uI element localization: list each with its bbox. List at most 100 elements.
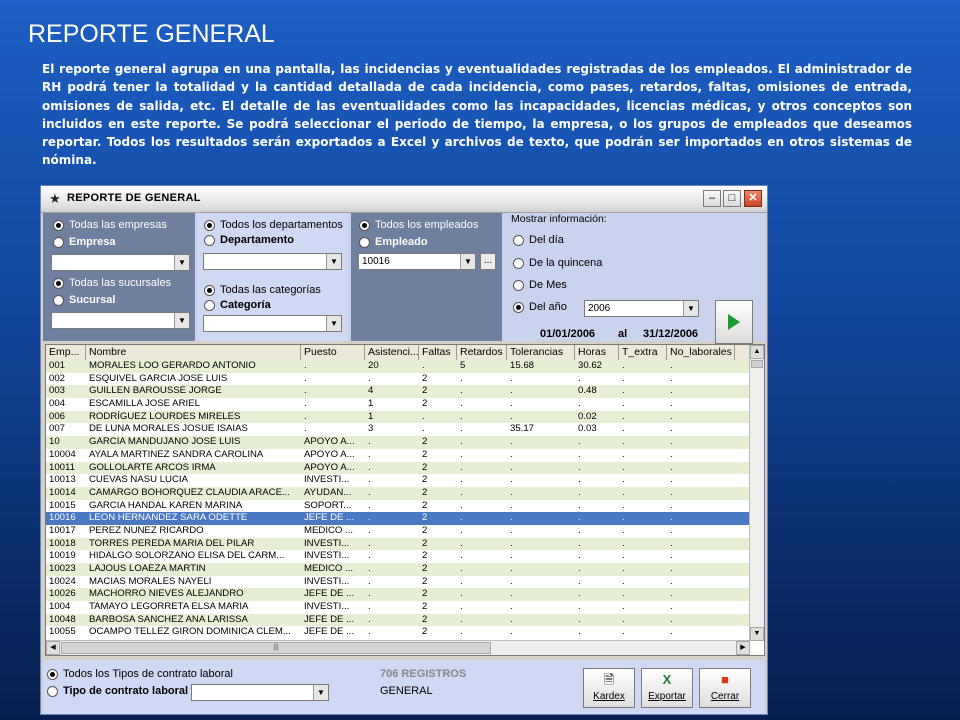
table-row[interactable]: 10024 MACIAS MORALES NAYELI INVESTI.... 2..… (46, 576, 750, 589)
chevron-down-icon[interactable]: ▼ (326, 316, 341, 331)
column-header[interactable]: Faltas (419, 345, 457, 360)
all-departments-option[interactable]: Todos los departamentos (204, 219, 343, 231)
table-cell: 3 (368, 423, 374, 435)
table-row[interactable]: 006 RODRÍGUEZ LOURDES MIRELES. 1... 0.02.. (46, 410, 750, 424)
chevron-down-icon[interactable]: ▼ (313, 685, 328, 700)
all-branches-radio[interactable] (53, 277, 64, 289)
department-radio[interactable] (204, 234, 215, 246)
table-row[interactable]: 10026 MACHORRO NIEVES ALEJANDRO JEFE DE ..… (46, 588, 750, 602)
table-row[interactable]: 10016 LEON HERNANDEZ SARA ODETTE JEFE DE .… (46, 512, 750, 525)
branch-option[interactable]: Sucursal (53, 294, 115, 306)
period-option-day[interactable]: Del día (513, 234, 564, 246)
all-companies-label: Todas las empresas (69, 219, 167, 231)
column-header[interactable]: Nombre (86, 345, 301, 360)
contract-type-option[interactable]: Tipo de contrato laboral (47, 685, 188, 697)
table-row[interactable]: 10011 GOLLOLARTE ARCOS IRMA APOYO A.... 2..… (46, 461, 750, 475)
period-year-radio[interactable] (513, 301, 524, 313)
company-radio[interactable] (53, 236, 64, 248)
window-titlebar[interactable]: ★ REPORTE DE GENERAL ‒ □ ✕ (41, 186, 767, 213)
column-header[interactable]: Tolerancias (507, 345, 575, 360)
all-departments-radio[interactable] (204, 219, 215, 231)
category-radio[interactable] (204, 299, 215, 311)
contract-type-radio[interactable] (47, 685, 58, 697)
table-cell: 10 (49, 436, 60, 448)
table-row[interactable]: 10023 LAJOUS LOAEZA MARTIN MEDICO .... 2...… (46, 563, 750, 576)
employee-radio[interactable] (359, 236, 370, 248)
table-row[interactable]: 003 GUILLEN BAROUSSE JORGE. 4 2.. 0.48.. (46, 385, 750, 399)
category-option[interactable]: Categoría (204, 299, 271, 311)
table-row[interactable]: 002 ESQUIVEL GARCIA JOSE LUIS.. 2..... (46, 373, 750, 386)
table-row[interactable]: 10015 GARCIA HANDAL KAREN MARINA SOPORT...… (46, 500, 750, 513)
chevron-down-icon[interactable]: ▼ (460, 254, 475, 269)
table-cell: . (670, 398, 673, 410)
table-row[interactable]: 007 DE LUNA MORALES JOSUE ISAIAS. 3.. 35.17… (46, 423, 750, 436)
table-row[interactable]: 10018 TORRES PEREDA MARIA DEL PILAR INVEST… (46, 537, 750, 551)
export-button[interactable]: X Exportar (641, 668, 693, 708)
vertical-scroll-thumb[interactable] (751, 360, 763, 368)
table-row[interactable]: 001 MORALES LOO GERARDO ANTONIO. 20. 5 15.68… (46, 360, 750, 373)
horizontal-scrollbar[interactable]: ◀ ||| ▶ (46, 640, 750, 655)
chevron-down-icon[interactable]: ▼ (174, 255, 189, 270)
year-combo[interactable]: 2006 ▼ (584, 300, 699, 317)
category-combo[interactable]: ▼ (203, 315, 342, 332)
branch-combo[interactable]: ▼ (51, 312, 190, 329)
table-row[interactable]: 1004 TAMAYO LEGORRETA ELSA MARIA INVESTI..… (46, 601, 750, 614)
column-header[interactable]: T_extra (619, 345, 667, 360)
table-row[interactable]: 004 ESCAMILLA JOSE ARIEL. 1 2..... (46, 398, 750, 411)
table-row[interactable]: 10 GARCIA MANDUJANO JOSE LUIS APOYO A.... 2… (46, 436, 750, 449)
period-option-month[interactable]: De Mes (513, 279, 567, 291)
column-header[interactable]: Retardos (457, 345, 507, 360)
table-row[interactable]: 10013 CUEVAS NASU LUCIA INVESTI.... 2..... (46, 474, 750, 487)
period-month-radio[interactable] (513, 279, 524, 291)
company-combo[interactable]: ▼ (51, 254, 190, 271)
employee-combo[interactable]: 10016 ▼ (358, 253, 476, 270)
exit-button[interactable]: ■ Cerrar (699, 668, 751, 708)
chevron-down-icon[interactable]: ▼ (683, 301, 698, 316)
chevron-down-icon[interactable]: ▼ (326, 254, 341, 269)
all-employees-option[interactable]: Todos los empleados (359, 219, 478, 231)
period-fortnight-radio[interactable] (513, 257, 524, 269)
all-companies-option[interactable]: Todas las empresas (53, 219, 167, 231)
minimize-button[interactable]: ‒ (703, 190, 721, 207)
table-row[interactable]: 10014 CAMARGO BOHORQUEZ CLAUDIA ARACE... A… (46, 486, 750, 500)
chevron-down-icon[interactable]: ▼ (174, 313, 189, 328)
horizontal-scroll-thumb[interactable]: ||| (61, 642, 491, 654)
all-contract-types-radio[interactable] (47, 668, 58, 680)
column-header[interactable]: Puesto (301, 345, 365, 360)
period-option-fortnight[interactable]: De la quincena (513, 257, 602, 269)
employee-option[interactable]: Empleado (359, 236, 428, 248)
all-employees-radio[interactable] (359, 219, 370, 231)
results-grid[interactable]: Emp... Nombre Puesto Asistenci... Faltas Reta… (45, 344, 765, 656)
table-row[interactable]: 10048 BARBOSA SANCHEZ ANA LARISSA JEFE DE … (46, 613, 750, 627)
employee-browse-button[interactable]: ... (480, 253, 496, 270)
contract-type-combo[interactable]: ▼ (191, 684, 329, 701)
run-report-button[interactable] (715, 300, 753, 344)
kardex-button[interactable]: 🗎 Kardex (583, 668, 635, 708)
close-button[interactable]: ✕ (744, 190, 762, 207)
vertical-scrollbar[interactable]: ▲ ▼ (749, 345, 764, 641)
company-option[interactable]: Empresa (53, 236, 115, 248)
scroll-right-icon[interactable]: ▶ (736, 641, 750, 655)
scroll-up-icon[interactable]: ▲ (750, 345, 764, 359)
column-header[interactable]: Emp... (46, 345, 86, 360)
column-header[interactable]: No_laborales (667, 345, 735, 360)
table-row[interactable]: 10019 HIDALGO SOLORZANO ELISA DEL CARM...… (46, 550, 750, 563)
table-row[interactable]: 10017 PEREZ NUNEZ RICARDO MEDICO .... 2....… (46, 525, 750, 538)
all-branches-option[interactable]: Todas las sucursales (53, 277, 171, 289)
column-header[interactable]: Asistenci... (365, 345, 419, 360)
scroll-left-icon[interactable]: ◀ (46, 641, 60, 655)
period-option-year[interactable]: Del año (513, 301, 567, 313)
table-row[interactable]: 10055 OCAMPO TELLEZ GIRON DOMINICA CLEM..… (46, 626, 750, 639)
table-row[interactable]: 10004 AYALA MARTINEZ SANDRA CAROLINA APOYO… (46, 449, 750, 462)
department-option[interactable]: Departamento (204, 234, 294, 246)
all-categories-radio[interactable] (204, 284, 215, 296)
column-header[interactable]: Horas (575, 345, 619, 360)
scroll-down-icon[interactable]: ▼ (750, 627, 764, 641)
all-companies-radio[interactable] (53, 219, 64, 231)
period-day-radio[interactable] (513, 234, 524, 246)
all-contract-types-option[interactable]: Todos los Tipos de contrato laboral (47, 668, 233, 680)
maximize-button[interactable]: □ (723, 190, 741, 207)
all-categories-option[interactable]: Todas las categorías (204, 284, 321, 296)
department-combo[interactable]: ▼ (203, 253, 342, 270)
branch-radio[interactable] (53, 294, 64, 306)
